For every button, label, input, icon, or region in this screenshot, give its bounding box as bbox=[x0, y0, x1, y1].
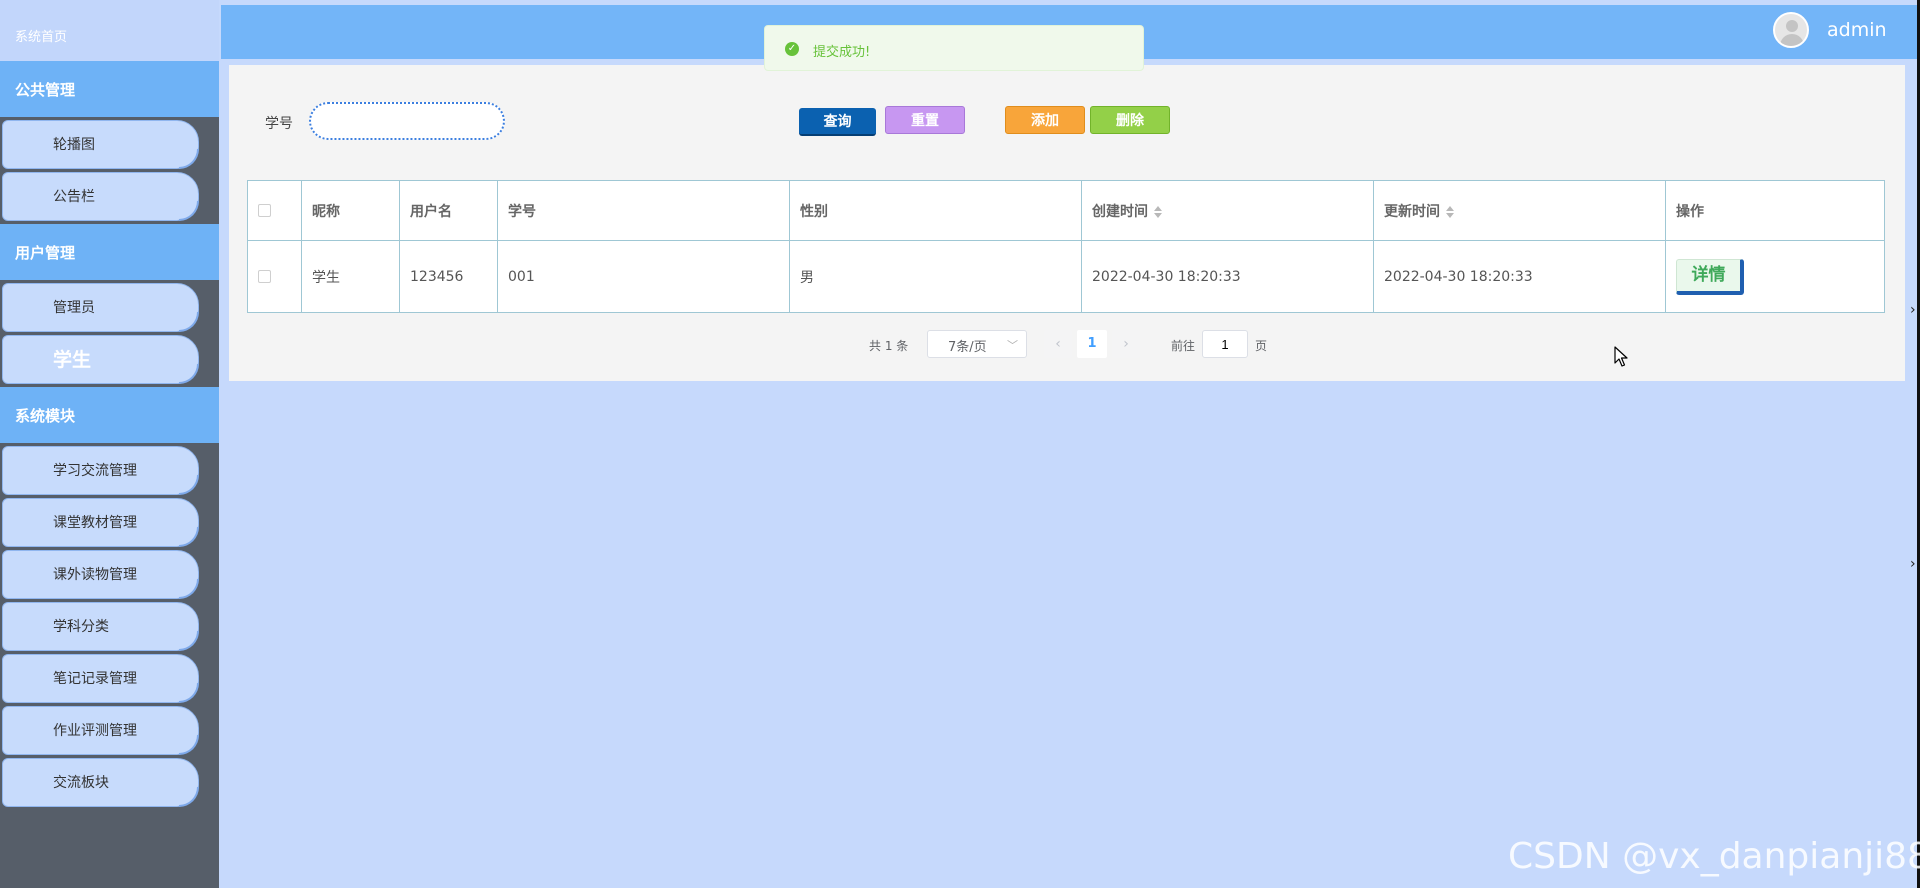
sidebar-item-notes[interactable]: 笔记记录管理 bbox=[2, 654, 199, 703]
row-checkbox[interactable] bbox=[258, 270, 271, 283]
cell-username: 123456 bbox=[399, 240, 498, 313]
cell-student-id: 001 bbox=[497, 240, 790, 313]
sidebar: 系统首页 公共管理 轮播图 公告栏 用户管理 管理员 学生 系统模块 学习交流管… bbox=[0, 0, 219, 888]
column-header-updated-time[interactable]: 更新时间 bbox=[1373, 180, 1666, 241]
column-header-created-time[interactable]: 创建时间 bbox=[1081, 180, 1374, 241]
table-row: 学生 123456 001 男 2022-04-30 18:20:33 2022… bbox=[247, 240, 1885, 313]
next-page-button[interactable]: › bbox=[1112, 330, 1140, 358]
delete-button[interactable]: 删除 bbox=[1090, 106, 1170, 134]
sort-caret-icon[interactable] bbox=[1154, 205, 1162, 218]
page-size-value: 7条/页 bbox=[948, 340, 987, 355]
main-panel: 学号 查询 重置 添加 删除 昵称 用户名 学号 性别 创建时间 更新时间 操作… bbox=[229, 65, 1905, 381]
cell-nickname: 学生 bbox=[301, 240, 400, 313]
resize-handle-icon[interactable]: › bbox=[1910, 302, 1916, 318]
watermark: CSDN @vx_danpianji889 bbox=[1508, 836, 1920, 877]
sidebar-item-homework-evaluation[interactable]: 作业评测管理 bbox=[2, 706, 199, 755]
column-header-nickname: 昵称 bbox=[301, 180, 400, 241]
sidebar-item-forum[interactable]: 交流板块 bbox=[2, 758, 199, 807]
page-unit-label: 页 bbox=[1255, 339, 1268, 353]
table-header-row: 昵称 用户名 学号 性别 创建时间 更新时间 操作 bbox=[247, 180, 1885, 241]
sidebar-group-public[interactable]: 公共管理 bbox=[0, 61, 219, 117]
goto-label: 前往 bbox=[1171, 339, 1196, 353]
column-header-actions: 操作 bbox=[1665, 180, 1885, 241]
row-select-cell bbox=[247, 240, 302, 313]
student-id-search-input[interactable] bbox=[309, 102, 505, 140]
mouse-cursor-icon bbox=[1614, 346, 1628, 367]
page-number-current[interactable]: 1 bbox=[1077, 330, 1107, 358]
resize-handle-icon[interactable]: › bbox=[1910, 556, 1916, 572]
created-time-label: 创建时间 bbox=[1092, 203, 1148, 220]
student-id-label: 学号 bbox=[265, 116, 293, 132]
check-circle-icon: ✓ bbox=[785, 42, 799, 56]
sidebar-item-subject-categories[interactable]: 学科分类 bbox=[2, 602, 199, 651]
detail-button[interactable]: 详情 bbox=[1676, 258, 1744, 295]
pagination-total: 共 1 条 bbox=[869, 339, 909, 353]
select-all-cell bbox=[247, 180, 302, 241]
user-avatar-icon[interactable] bbox=[1773, 12, 1809, 48]
add-button[interactable]: 添加 bbox=[1005, 106, 1085, 134]
sidebar-item-study-exchange[interactable]: 学习交流管理 bbox=[2, 446, 199, 495]
sidebar-brand[interactable]: 系统首页 bbox=[0, 0, 219, 61]
sidebar-item-carousel[interactable]: 轮播图 bbox=[2, 120, 199, 169]
cell-updated-time: 2022-04-30 18:20:33 bbox=[1373, 240, 1666, 313]
sidebar-item-extracurricular-reading[interactable]: 课外读物管理 bbox=[2, 550, 199, 599]
prev-page-button[interactable]: ‹ bbox=[1044, 330, 1072, 358]
column-header-student-id: 学号 bbox=[497, 180, 790, 241]
chevron-down-icon: ﹀ bbox=[1007, 339, 1018, 352]
cell-actions: 详情 bbox=[1665, 240, 1885, 313]
reset-button[interactable]: 重置 bbox=[885, 106, 965, 134]
goto-page-input[interactable] bbox=[1202, 330, 1248, 358]
cell-created-time: 2022-04-30 18:20:33 bbox=[1081, 240, 1374, 313]
updated-time-label: 更新时间 bbox=[1384, 203, 1440, 220]
success-toast: ✓ 提交成功! bbox=[764, 25, 1144, 71]
cell-gender: 男 bbox=[789, 240, 1082, 313]
sort-caret-icon[interactable] bbox=[1446, 205, 1454, 218]
column-header-username: 用户名 bbox=[399, 180, 498, 241]
sidebar-group-users[interactable]: 用户管理 bbox=[0, 224, 219, 280]
page-size-select[interactable]: 7条/页 ﹀ bbox=[927, 330, 1027, 358]
toast-message: 提交成功! bbox=[813, 45, 871, 60]
sidebar-item-students[interactable]: 学生 bbox=[2, 335, 199, 384]
sidebar-group-system[interactable]: 系统模块 bbox=[0, 387, 219, 443]
column-header-gender: 性别 bbox=[789, 180, 1082, 241]
sidebar-item-notice-board[interactable]: 公告栏 bbox=[2, 172, 199, 221]
students-table: 昵称 用户名 学号 性别 创建时间 更新时间 操作 学生 123456 001 … bbox=[247, 180, 1885, 313]
sidebar-item-admins[interactable]: 管理员 bbox=[2, 283, 199, 332]
query-button[interactable]: 查询 bbox=[799, 108, 876, 136]
username-label[interactable]: admin bbox=[1827, 19, 1887, 41]
sidebar-item-textbooks[interactable]: 课堂教材管理 bbox=[2, 498, 199, 547]
select-all-checkbox[interactable] bbox=[258, 204, 271, 217]
